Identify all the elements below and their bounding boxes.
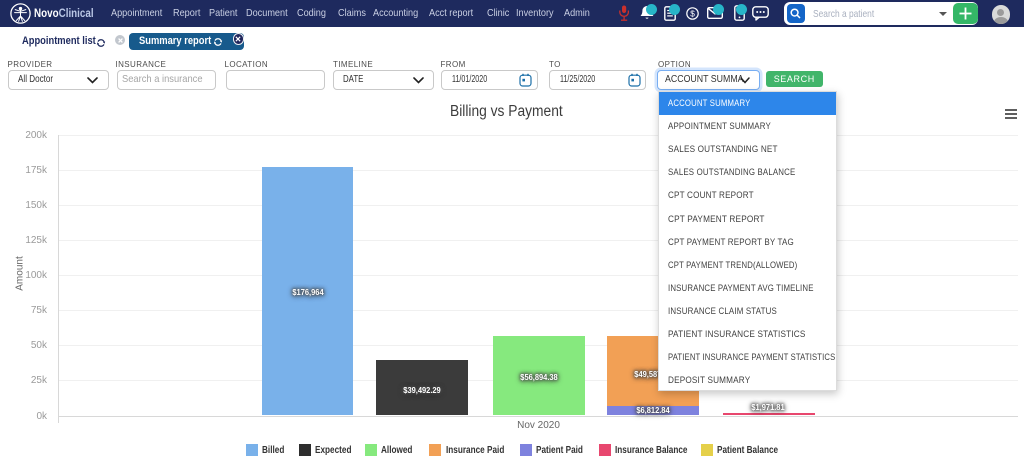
svg-text:$: $: [690, 9, 695, 18]
